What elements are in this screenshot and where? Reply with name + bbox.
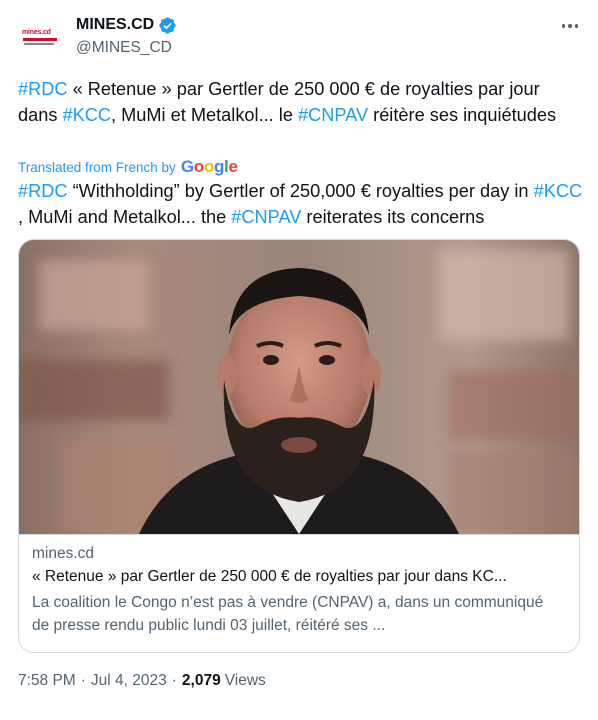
more-options-button[interactable] [556, 12, 584, 40]
link-preview-meta[interactable]: mines.cd « Retenue » par Gertler de 250 … [19, 534, 579, 652]
views-label[interactable]: Views [225, 672, 266, 690]
hashtag-link[interactable]: #CNPAV [298, 105, 368, 125]
tweet-text: #RDC « Retenue » par Gertler de 250 000 … [18, 76, 583, 128]
author-handle[interactable]: @MINES_CD [76, 39, 172, 57]
tweet-header: mines.cd MINES.CD @MINES_CD [0, 0, 598, 72]
more-dot-icon [574, 24, 579, 28]
hashtag-link[interactable]: #KCC [63, 105, 112, 125]
tweet-time[interactable]: 7:58 PM [18, 672, 76, 690]
avatar-logo-text: mines.cd [22, 29, 51, 36]
separator-dot: · [80, 672, 86, 689]
translation.parts-segment: , MuMi and Metalkol... the [18, 207, 232, 227]
views-count[interactable]: 2,079 [182, 672, 221, 690]
translated-tweet-text: #RDC “Withholding” by Gertler of 250,000… [18, 178, 588, 230]
translation.parts-segment: “Withholding” by Gertler of 250,000 € ro… [67, 181, 534, 201]
translation.parts-segment: reiterates its concerns [301, 207, 485, 227]
tweet-date[interactable]: Jul 4, 2023 [91, 672, 167, 690]
link-domain[interactable]: mines.cd [32, 545, 94, 563]
link-title[interactable]: « Retenue » par Gertler de 250 000 € de … [32, 568, 572, 586]
separator-dot: · [171, 672, 177, 689]
hashtag-link[interactable]: #KCC [534, 181, 583, 201]
more-dot-icon [568, 24, 572, 28]
translated-by-label[interactable]: Translated from French by Google [18, 156, 238, 178]
avatar[interactable]: mines.cd [18, 16, 62, 60]
link-preview-image[interactable] [19, 240, 579, 534]
author-name-row[interactable]: MINES.CD [76, 14, 177, 36]
avatar-logo-underline [24, 43, 54, 45]
hashtag-link[interactable]: #RDC [18, 181, 68, 201]
hashtag-link[interactable]: #CNPAV [231, 207, 301, 227]
tweet-footer: 7:58 PM · Jul 4, 2023 · 2,079 Views [18, 672, 266, 690]
hashtag-link[interactable]: #RDC [18, 79, 68, 99]
portrait-photo [19, 240, 579, 534]
verified-badge-icon[interactable] [158, 16, 177, 35]
google-logo: Google [180, 157, 238, 176]
link-preview-card[interactable]: mines.cd « Retenue » par Gertler de 250 … [18, 239, 580, 653]
link-description[interactable]: La coalition le Congo n’est pas à vendre… [32, 591, 562, 637]
more-dot-icon [561, 24, 566, 28]
tweet.line_parts-segment: réitère ses inquiétudes [368, 105, 557, 125]
tweet.line_parts-segment: , MuMi et Metalkol... le [111, 105, 298, 125]
avatar-logo-bar [23, 38, 57, 41]
translated-by-text: Translated from French by [18, 159, 176, 175]
author-display-name[interactable]: MINES.CD [76, 16, 154, 34]
